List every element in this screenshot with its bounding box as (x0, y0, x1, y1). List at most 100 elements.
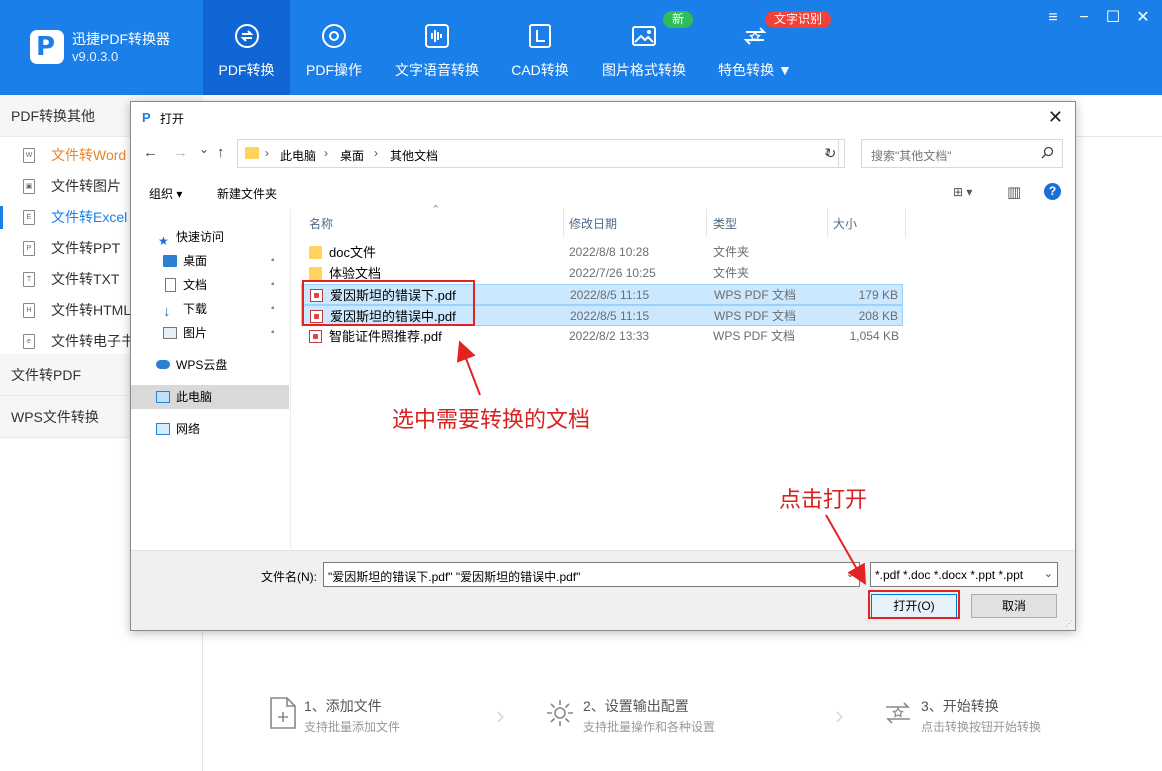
preview-pane-icon[interactable]: ▥ (1007, 183, 1021, 201)
chevron-down-icon[interactable]: ⌄ (1044, 567, 1053, 580)
step-2-title: 2、设置输出配置 (583, 698, 689, 714)
nav-desktop[interactable]: 桌面 ▪ (131, 249, 289, 273)
app-version: v9.0.3.0 (72, 49, 119, 64)
step-3-title: 3、开始转换 (921, 698, 999, 714)
click-hint-annotation: 点击打开 (779, 488, 868, 513)
forward-arrow-icon[interactable]: → (173, 144, 188, 161)
cloud-icon (156, 360, 170, 369)
address-bar[interactable]: › 此电脑 › 桌面 › 其他文档 ⌄ (237, 139, 839, 168)
search-icon (1041, 146, 1054, 159)
column-type[interactable]: 类型 (713, 215, 737, 232)
cancel-button[interactable]: 取消 (971, 594, 1057, 618)
sort-indicator-icon: ⌃ (431, 204, 441, 216)
start-convert-icon (886, 702, 910, 724)
step-3-subtitle: 点击转换按钮开始转换 (921, 720, 1042, 734)
nav-pictures[interactable]: 图片 ▪ (131, 321, 289, 345)
word-file-icon: W (23, 148, 35, 163)
dialog-title: 打开 (160, 112, 185, 126)
document-icon (165, 278, 176, 292)
chevron-down-icon[interactable]: ⌄ (846, 567, 855, 580)
filename-label: 文件名(N): (261, 570, 317, 584)
file-list: 名称 ⌃ 修改日期 类型 大小 doc文件 2022/8/8 10:28 文件夹… (301, 204, 1071, 549)
refresh-icon (234, 24, 259, 48)
pin-icon[interactable]: ▪ (271, 297, 275, 321)
up-arrow-icon[interactable]: ↑ (217, 144, 225, 161)
ocr-badge: 文字识别 (765, 11, 832, 28)
chevron-right-icon: › (835, 700, 844, 730)
pictures-icon (163, 327, 177, 339)
tab-pdf-operate[interactable]: PDF操作 (290, 0, 378, 95)
file-row[interactable]: 智能证件照推荐.pdf 2022/8/2 13:33 WPS PDF 文档 1,… (301, 326, 903, 347)
app-logo: P (30, 30, 64, 64)
tab-pdf-convert[interactable]: PDF转换 (203, 0, 290, 95)
column-size[interactable]: 大小 (833, 215, 857, 232)
desktop-icon (163, 255, 177, 267)
cad-icon (529, 24, 551, 48)
breadcrumb-this-pc[interactable]: 此电脑 (280, 147, 316, 164)
folder-icon (309, 267, 322, 280)
step-1-subtitle: 支持批量添加文件 (304, 720, 401, 734)
open-button-highlight-box (868, 590, 960, 619)
tab-cad-convert[interactable]: CAD转换 (500, 0, 580, 95)
html-file-icon: H (23, 303, 35, 318)
gear-icon (322, 24, 346, 48)
feature-icon (743, 27, 767, 45)
nav-quick-access[interactable]: ★ 快速访问 (131, 225, 289, 249)
computer-icon (156, 391, 170, 403)
maximize-icon[interactable]: ☐ (1103, 8, 1123, 28)
image-icon (632, 26, 656, 46)
recent-locations-icon[interactable]: ⌄ (199, 142, 209, 156)
column-date[interactable]: 修改日期 (569, 215, 617, 232)
app-name: 迅捷PDF转换器 (72, 31, 170, 47)
pin-icon[interactable]: ▪ (271, 249, 275, 273)
network-icon (156, 423, 170, 435)
new-badge: 新 (663, 11, 694, 28)
nav-this-pc[interactable]: 此电脑 (131, 385, 289, 409)
image-file-icon: ▣ (23, 179, 35, 194)
filename-input[interactable]: "爱因斯坦的错误下.pdf" "爱因斯坦的错误中.pdf" ⌄ (323, 562, 860, 587)
app-small-icon: P (142, 110, 151, 125)
excel-file-icon: E (23, 210, 35, 225)
resize-grip-icon[interactable]: ⋰ (1065, 619, 1073, 628)
breadcrumb-desktop[interactable]: 桌面 (340, 147, 364, 164)
view-options-icon[interactable]: ⊞ ▾ (953, 185, 972, 199)
nav-documents[interactable]: 文档 ▪ (131, 273, 289, 297)
search-placeholder: 搜索"其他文档" (871, 149, 952, 163)
nav-downloads[interactable]: ↓ 下载 ▪ (131, 297, 289, 321)
selection-highlight-box (302, 280, 475, 326)
close-icon[interactable]: ✕ (1133, 8, 1153, 28)
menu-icon[interactable]: ≡ (1043, 8, 1063, 28)
pin-icon[interactable]: ▪ (271, 273, 275, 297)
step-1-title: 1、添加文件 (304, 698, 382, 714)
step-2-subtitle: 支持批量操作和各种设置 (583, 720, 716, 734)
nav-network[interactable]: 网络 (131, 417, 289, 441)
settings-icon (547, 700, 573, 726)
refresh-button[interactable]: ↻ (817, 139, 845, 168)
top-bar: P 迅捷PDF转换器 v9.0.3.0 PDF转换 PDF操作 文字语音转换 C… (0, 0, 1162, 95)
pdf-file-icon (309, 330, 322, 343)
chevron-right-icon: › (496, 700, 505, 730)
ebook-file-icon: e (23, 334, 35, 349)
file-type-select[interactable]: *.pdf *.doc *.docx *.ppt *.ppt ⌄ (870, 562, 1058, 587)
new-folder-button[interactable]: 新建文件夹 (217, 185, 277, 202)
dialog-toolbar: 组织 ▾ 新建文件夹 ⊞ ▾ ▥ ? (131, 178, 1075, 208)
dialog-nav-row: ← → ⌄ ↑ › 此电脑 › 桌面 › 其他文档 ⌄ ↻ 搜索"其他文档" (131, 138, 1075, 170)
help-icon[interactable]: ? (1044, 183, 1061, 200)
pin-icon[interactable]: ▪ (271, 321, 275, 345)
tab-text-speech[interactable]: 文字语音转换 (385, 0, 489, 95)
search-input[interactable]: 搜索"其他文档" (861, 139, 1063, 168)
dialog-close-icon[interactable]: ✕ (1048, 107, 1063, 128)
file-row[interactable]: doc文件 2022/8/8 10:28 文件夹 (301, 242, 903, 263)
breadcrumb-other-docs[interactable]: 其他文档 (390, 147, 438, 164)
open-file-dialog: P 打开 ✕ ← → ⌄ ↑ › 此电脑 › 桌面 › 其他文档 ⌄ ↻ 搜索"… (130, 101, 1076, 631)
star-icon: ★ (158, 234, 169, 248)
ppt-file-icon: P (23, 241, 35, 256)
organize-button[interactable]: 组织 ▾ (149, 185, 182, 202)
nav-wps-cloud[interactable]: WPS云盘 (131, 353, 289, 377)
add-file-icon (270, 697, 296, 729)
dialog-titlebar: P 打开 ✕ (131, 102, 1075, 132)
folder-icon (245, 147, 259, 159)
back-arrow-icon[interactable]: ← (143, 144, 158, 161)
minimize-icon[interactable]: − (1074, 8, 1094, 28)
column-name[interactable]: 名称 (309, 215, 333, 232)
